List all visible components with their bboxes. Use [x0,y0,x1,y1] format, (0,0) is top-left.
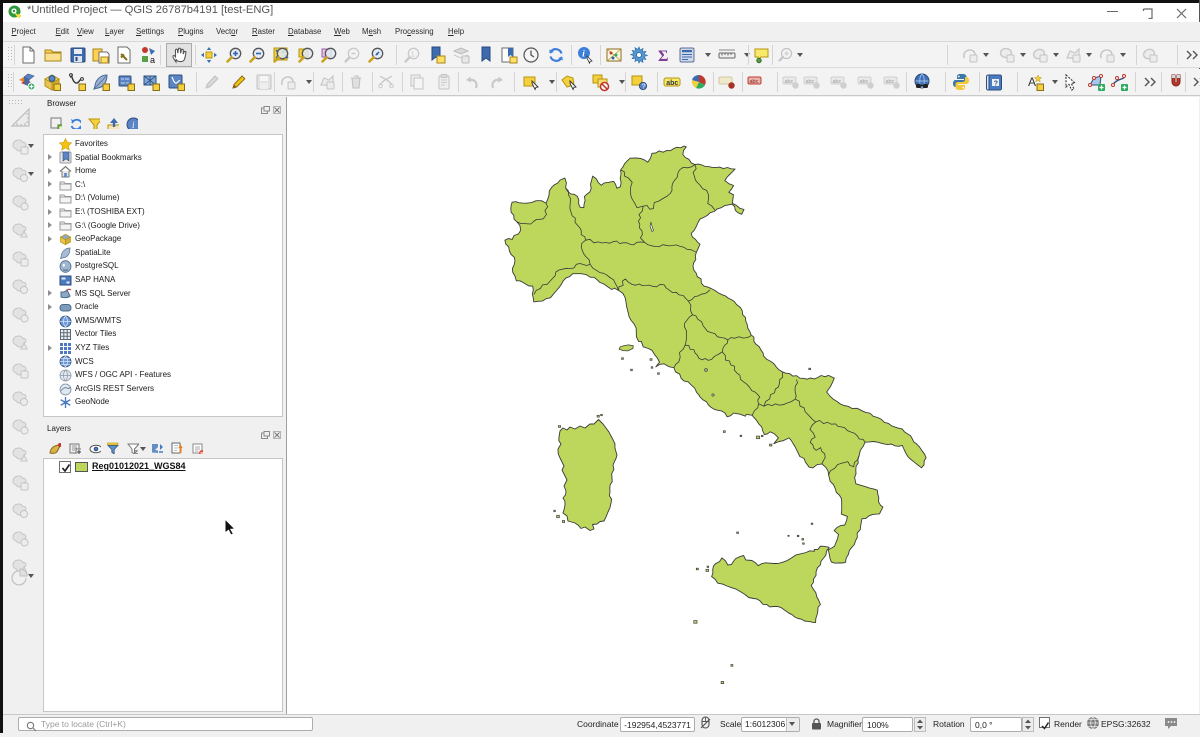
svg-text:A: A [1028,75,1036,89]
svg-text:Σ: Σ [658,48,668,65]
svg-text:ε: ε [135,449,138,454]
svg-text:abc: abc [833,79,842,85]
svg-text:abc: abc [806,79,815,85]
svg-text:1: 1 [411,52,415,59]
svg-text:abc: abc [750,79,759,85]
svg-text:a: a [150,55,155,65]
svg-text:?: ? [994,80,998,87]
svg-text:abc: abc [860,79,869,85]
svg-text:abc: abc [886,79,895,85]
svg-text:?: ? [642,84,646,91]
svg-text:abc: abc [666,80,678,87]
svg-text:abc: abc [785,79,794,85]
